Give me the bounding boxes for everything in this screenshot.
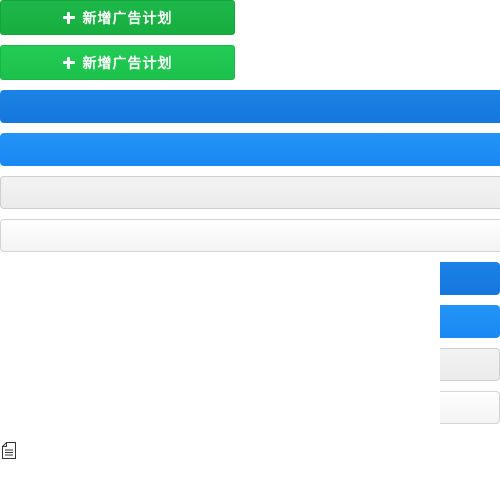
blue-small-button[interactable] bbox=[440, 305, 500, 338]
add-ad-plan-button-hover[interactable]: 新增广告计划 bbox=[0, 45, 235, 80]
plus-icon bbox=[62, 56, 75, 69]
blue-dark-small-button[interactable] bbox=[440, 262, 500, 295]
white-wide-button[interactable] bbox=[0, 219, 500, 252]
add-ad-plan-label: 新增广告计划 bbox=[82, 55, 173, 72]
white-small-button[interactable] bbox=[440, 391, 500, 424]
document-icon bbox=[2, 442, 16, 459]
blue-wide-button[interactable] bbox=[0, 133, 500, 166]
gray-wide-button[interactable] bbox=[0, 176, 500, 209]
blue-dark-wide-button[interactable] bbox=[0, 90, 500, 123]
add-ad-plan-label: 新增广告计划 bbox=[82, 10, 173, 27]
add-ad-plan-button[interactable]: 新增广告计划 bbox=[0, 0, 235, 35]
gray-small-button[interactable] bbox=[440, 348, 500, 381]
plus-icon bbox=[62, 11, 75, 24]
